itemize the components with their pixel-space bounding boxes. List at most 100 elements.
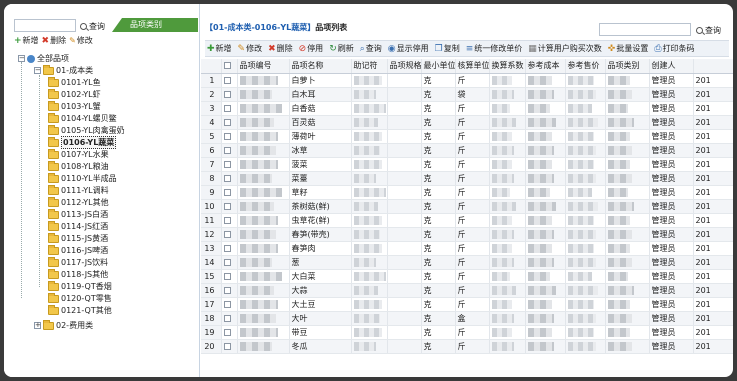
row-checkbox[interactable] bbox=[223, 244, 231, 252]
column-header[interactable]: 品项名称 bbox=[289, 59, 352, 74]
row-checkbox-cell[interactable] bbox=[221, 143, 238, 158]
row-checkbox-cell[interactable] bbox=[221, 297, 238, 312]
tree-item[interactable]: 0102-YL虾 bbox=[48, 88, 101, 100]
tree-item[interactable]: 0114-JS红酒 bbox=[48, 220, 108, 232]
item-search-input[interactable] bbox=[599, 23, 691, 36]
select-all-checkbox[interactable] bbox=[223, 62, 231, 70]
tree-item[interactable]: 0117-JS饮料 bbox=[48, 256, 108, 268]
tree-item[interactable]: 0105-YL肉禽蛋奶 bbox=[48, 124, 125, 136]
tree-item[interactable]: 0121-QT其他 bbox=[48, 304, 112, 316]
tree-item[interactable]: 0101-YL鱼 bbox=[48, 76, 101, 88]
table-row[interactable]: 7 菠菜 克斤 管理员 201 bbox=[201, 157, 733, 172]
delete-category-button[interactable]: ✖ 删除 bbox=[42, 35, 67, 46]
toolbar-button[interactable]: ✎ 修改 bbox=[238, 43, 263, 54]
row-checkbox-cell[interactable] bbox=[221, 255, 238, 270]
tree-item[interactable]: 0104-YL螺贝鳖 bbox=[48, 112, 117, 124]
tree-item[interactable]: 0107-YL水果 bbox=[48, 148, 109, 160]
tree-item[interactable]: 0112-YL其他 bbox=[48, 196, 109, 208]
row-checkbox[interactable] bbox=[223, 104, 231, 112]
row-checkbox[interactable] bbox=[223, 90, 231, 98]
table-row[interactable]: 4 百灵菇 克斤 管理员 201 bbox=[201, 115, 733, 130]
column-header[interactable]: 参考成本 bbox=[525, 59, 566, 74]
toolbar-button[interactable]: ✖ 删除 bbox=[268, 43, 293, 54]
toolbar-button[interactable]: ✚ 新增 bbox=[207, 43, 232, 54]
row-checkbox-cell[interactable] bbox=[221, 227, 238, 242]
row-checkbox[interactable] bbox=[223, 314, 231, 322]
tree-item[interactable]: 0119-QT香烟 bbox=[48, 280, 112, 292]
table-row[interactable]: 13 春笋肉 克斤 管理员 201 bbox=[201, 241, 733, 256]
row-checkbox-cell[interactable] bbox=[221, 171, 238, 186]
tree-item[interactable]: 0116-JS啤酒 bbox=[48, 244, 108, 256]
row-checkbox-cell[interactable] bbox=[221, 73, 238, 88]
row-checkbox[interactable] bbox=[223, 230, 231, 238]
table-row[interactable]: 12 春笋(带壳) 克斤 管理员 201 bbox=[201, 227, 733, 242]
collapse-icon[interactable]: − bbox=[18, 55, 25, 62]
tree-group-expense[interactable]: +02-费用类 bbox=[34, 319, 93, 331]
toolbar-button[interactable]: ⌕ 查询 bbox=[360, 43, 382, 54]
column-header[interactable]: 创建人 bbox=[649, 59, 694, 74]
table-row[interactable]: 17 大土豆 克斤 管理员 201 bbox=[201, 297, 733, 312]
row-checkbox[interactable] bbox=[223, 118, 231, 126]
table-row[interactable]: 3 白香菇 克斤 管理员 201 bbox=[201, 101, 733, 116]
category-search-button[interactable]: 查询 bbox=[80, 21, 105, 32]
column-header[interactable]: 品项编号 bbox=[237, 59, 290, 74]
table-row[interactable]: 18 大叶 克盒 管理员 201 bbox=[201, 311, 733, 326]
table-row[interactable]: 19 带豆 克斤 管理员 201 bbox=[201, 325, 733, 340]
row-checkbox-cell[interactable] bbox=[221, 129, 238, 144]
table-row[interactable]: 1 白萝卜 克斤 管理员 201 bbox=[201, 73, 733, 88]
tree-item[interactable]: 0103-YL蟹 bbox=[48, 100, 101, 112]
row-checkbox-cell[interactable] bbox=[221, 241, 238, 256]
row-checkbox[interactable] bbox=[223, 76, 231, 84]
table-row[interactable]: 6 冰草 克斤 管理员 201 bbox=[201, 143, 733, 158]
row-checkbox-cell[interactable] bbox=[221, 325, 238, 340]
category-search-input[interactable] bbox=[14, 19, 76, 32]
tree-item[interactable]: 0108-YL粮油 bbox=[48, 160, 109, 172]
toolbar-button[interactable]: ≡ 统一修改单价 bbox=[466, 43, 523, 54]
table-row[interactable]: 14 葱 克斤 管理员 201 bbox=[201, 255, 733, 270]
table-row[interactable]: 10 茶树菇(鲜) 克斤 管理员 201 bbox=[201, 199, 733, 214]
tree-item[interactable]: 0111-YL调料 bbox=[48, 184, 109, 196]
table-row[interactable]: 11 虫草花(鲜) 克斤 管理员 201 bbox=[201, 213, 733, 228]
row-checkbox[interactable] bbox=[223, 188, 231, 196]
toolbar-button[interactable]: ▦ 计算用户购买次数 bbox=[528, 43, 602, 54]
column-header[interactable]: 换算系数 bbox=[489, 59, 526, 74]
row-checkbox-cell[interactable] bbox=[221, 87, 238, 102]
tree-root[interactable]: − 全部品项 bbox=[18, 53, 69, 64]
toolbar-button[interactable]: ↻ 刷新 bbox=[329, 43, 354, 54]
tree-item[interactable]: 0118-JS其他 bbox=[48, 268, 108, 280]
add-category-button[interactable]: + 新增 bbox=[14, 35, 39, 46]
row-checkbox-cell[interactable] bbox=[221, 157, 238, 172]
tree-item[interactable]: 0120-QT零售 bbox=[48, 292, 112, 304]
column-header[interactable]: 参考售价 bbox=[565, 59, 606, 74]
category-tab[interactable]: 品项类别 bbox=[112, 18, 198, 32]
row-checkbox[interactable] bbox=[223, 300, 231, 308]
row-checkbox-cell[interactable] bbox=[221, 213, 238, 228]
toolbar-button[interactable]: ✜ 批量设置 bbox=[608, 43, 649, 54]
row-checkbox-cell[interactable] bbox=[221, 311, 238, 326]
table-row[interactable]: 2 白木耳 克袋 管理员 201 bbox=[201, 87, 733, 102]
tree-item[interactable]: 0106-YL蔬菜 bbox=[48, 136, 117, 149]
item-search-button[interactable]: 查询 bbox=[696, 25, 721, 36]
expand-icon[interactable]: + bbox=[34, 322, 41, 329]
table-row[interactable]: 15 大白菜 克斤 管理员 201 bbox=[201, 269, 733, 284]
toolbar-button[interactable]: ⊘ 停用 bbox=[299, 43, 324, 54]
row-checkbox[interactable] bbox=[223, 174, 231, 182]
row-checkbox[interactable] bbox=[223, 342, 231, 350]
table-row[interactable]: 20 冬瓜 克斤 管理员 201 bbox=[201, 339, 733, 354]
edit-category-button[interactable]: ✎ 修改 bbox=[69, 35, 93, 46]
collapse-icon[interactable]: − bbox=[34, 67, 41, 74]
tree-item[interactable]: 0113-JS白酒 bbox=[48, 208, 108, 220]
row-checkbox[interactable] bbox=[223, 328, 231, 336]
column-header[interactable]: 品项规格 bbox=[387, 59, 422, 74]
column-header[interactable]: 品项类别 bbox=[605, 59, 650, 74]
row-checkbox-cell[interactable] bbox=[221, 199, 238, 214]
table-row[interactable]: 8 菜薹 克斤 管理员 201 bbox=[201, 171, 733, 186]
row-checkbox-cell[interactable] bbox=[221, 101, 238, 116]
table-row[interactable]: 9 草籽 克斤 管理员 201 bbox=[201, 185, 733, 200]
tree-item[interactable]: 0110-YL半成品 bbox=[48, 172, 117, 184]
row-checkbox-cell[interactable] bbox=[221, 339, 238, 354]
row-checkbox[interactable] bbox=[223, 258, 231, 266]
column-header[interactable]: 最小单位 bbox=[421, 59, 456, 74]
table-row[interactable]: 5 薄荷叶 克斤 管理员 201 bbox=[201, 129, 733, 144]
row-checkbox-cell[interactable] bbox=[221, 283, 238, 298]
